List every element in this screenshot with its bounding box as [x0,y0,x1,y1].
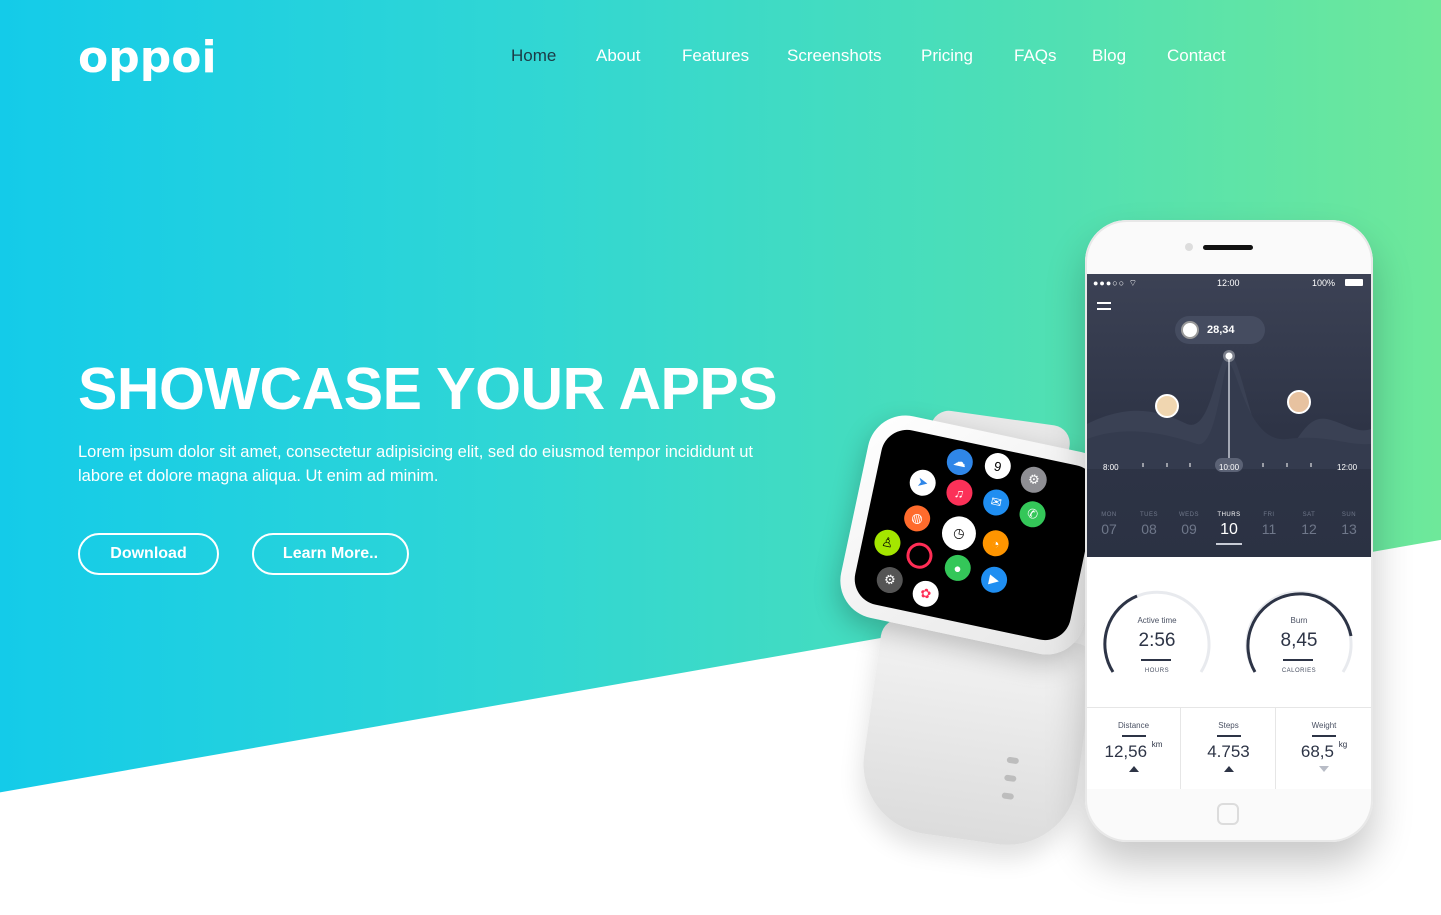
day-sun[interactable]: SUN 13 [1329,504,1369,537]
gauge-divider [1141,659,1171,661]
steps-stat: Steps 4.753 [1182,708,1276,789]
maps-icon: ➤ [907,467,939,499]
clock-icon: 9 [982,450,1014,482]
download-button[interactable]: Download [78,533,219,575]
battery-icon [1345,279,1363,286]
day-wed[interactable]: WEDS 09 [1169,504,1209,537]
gauge-divider [1283,659,1313,661]
workout-icon: ♙ [872,527,903,559]
watch-band-hole [1003,774,1017,783]
learn-more-button[interactable]: Learn More.. [252,533,409,575]
gauge-value: 2:56 [1138,630,1176,651]
settings-icon: ⚙ [1018,464,1050,496]
main-nav: Home About Features Screenshots Pricing … [0,46,1441,70]
day-mon[interactable]: MON 07 [1089,504,1129,537]
burn-gauge: Burn 8,45 CALORIES [1239,584,1359,694]
hero-lead: Lorem ipsum dolor sit amet, consectetur … [78,443,754,485]
nav-screenshots[interactable]: Screenshots [787,46,882,66]
gauge-unit: HOURS [1144,668,1170,674]
remote-icon: ▶ [978,564,1010,596]
day-tue[interactable]: TUES 08 [1129,504,1169,537]
activity-icon [904,540,935,572]
photos-icon: ✿ [910,578,942,610]
distance-stat: Distance 12,56 km [1087,708,1181,789]
weight-stat: Weight 68,5 kg [1277,708,1371,789]
watch-screen: ☁ 9 ⚙ ➤ ♫ ✉ ✆ ◍ ◷ ◔ ♙ ● ▶ ⚙ ✿ [849,425,1103,645]
nav-features[interactable]: Features [682,46,749,66]
activity-chart-panel: ●●●○○ ⌔ 12:00 100% 28,34 8:00 10:00 12:0… [1087,274,1371,557]
timeline-end: 12:00 [1337,463,1358,472]
nav-blog[interactable]: Blog [1092,46,1126,66]
hero-headline: SHOWCASE YOUR APPS [78,356,778,422]
weather-icon: ☁ [944,446,976,478]
messages-icon: ● [942,552,974,584]
watch-band-hole [1001,792,1015,800]
nav-faqs[interactable]: FAQs [1014,46,1057,66]
home-button [1217,803,1239,825]
phone-screen: ●●●○○ ⌔ 12:00 100% 28,34 8:00 10:00 12:0… [1087,274,1371,789]
watch-band-hole [1006,756,1020,765]
passbook-icon: ⚙ [874,564,906,596]
watch-face-icon: ◷ [938,513,980,554]
gauge-unit: CALORIES [1281,668,1317,674]
signal-icon: ●●●○○ ⌔ [1093,278,1139,288]
gauge-value: 8,45 [1280,630,1318,651]
camera-icon [1185,243,1193,251]
day-fri[interactable]: FRI 11 [1249,504,1289,537]
timer-icon: ◔ [980,527,1012,559]
stats-row: Distance 12,56 km Steps 4.753 Weight 68,… [1087,707,1371,789]
gauge-label: Active time [1137,616,1177,625]
status-time: 12:00 [1217,278,1240,288]
gauge-label: Burn [1290,616,1308,625]
day-sat[interactable]: SAT 12 [1289,504,1329,537]
phone-speaker [1203,245,1253,250]
timeline-current: 10:00 [1219,463,1240,472]
trend-down-icon [1319,766,1329,772]
music-icon: ♫ [944,477,975,509]
trend-up-icon [1128,766,1139,772]
mail-icon: ✉ [980,487,1012,518]
nav-about[interactable]: About [596,46,640,66]
globe-icon: ◍ [901,502,933,534]
nav-contact[interactable]: Contact [1167,46,1226,66]
day-selector: MON 07 TUES 08 WEDS 09 THURS 10 FRI 11 SAT 12 … [1087,504,1371,557]
phone-icon: ✆ [1017,498,1048,530]
status-battery: 100% [1312,278,1336,288]
smartphone-mockup: ●●●○○ ⌔ 12:00 100% 28,34 8:00 10:00 12:0… [1085,220,1373,842]
day-thu[interactable]: THURS 10 [1209,504,1249,545]
nav-home[interactable]: Home [511,46,556,66]
timeline-start: 8:00 [1103,463,1119,472]
nav-pricing[interactable]: Pricing [921,46,973,66]
active-time-gauge: Active time 2:56 HOURS [1097,584,1217,694]
trend-up-icon [1223,766,1234,772]
menu-icon[interactable] [1097,302,1113,312]
